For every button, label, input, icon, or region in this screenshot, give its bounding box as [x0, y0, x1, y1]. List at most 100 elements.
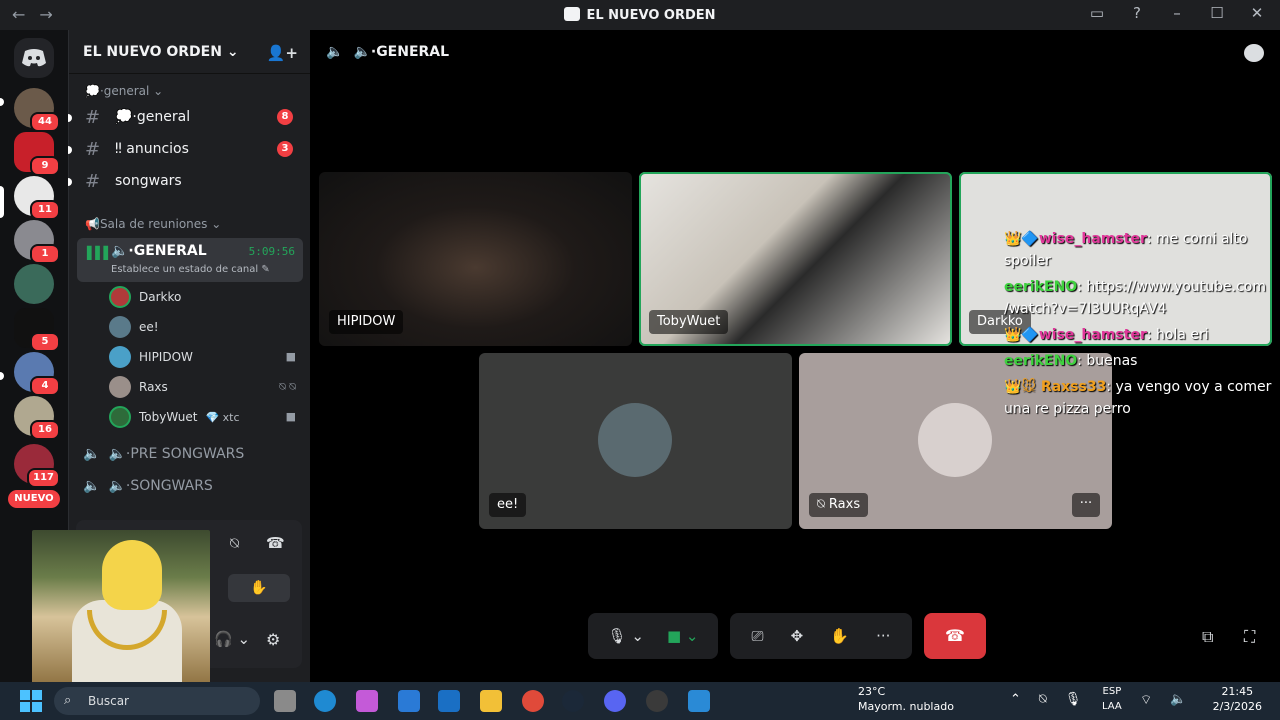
store-icon[interactable]	[398, 690, 420, 712]
chat-message: 👑🐭 Raxss33: ya vengo voy a comer	[1004, 379, 1271, 395]
new-servers-pill[interactable]: NUEVO	[8, 490, 60, 508]
help-icon[interactable]: ?	[1128, 4, 1146, 22]
file-explorer-icon[interactable]	[480, 690, 502, 712]
chrome-icon[interactable]	[522, 690, 544, 712]
fullscreen-icon[interactable]: ⛶	[1244, 627, 1255, 647]
avatar	[109, 406, 131, 428]
server-8[interactable]: 16	[14, 396, 60, 440]
server-1[interactable]: 44	[14, 88, 60, 132]
system-tray-right: ⌔ 🔈	[1140, 692, 1186, 708]
network-icon[interactable]: ⍉	[1039, 692, 1047, 707]
channel-label: ‼ anuncios	[115, 141, 189, 157]
avatar	[109, 376, 131, 398]
discord-taskbar-icon[interactable]	[604, 690, 626, 712]
photos-icon[interactable]	[688, 690, 710, 712]
channel-general[interactable]: # 💭·general 8	[77, 102, 303, 132]
server-9[interactable]: 117	[14, 444, 60, 488]
guild-name: EL NUEVO ORDEN ⌄	[83, 43, 239, 60]
server-7[interactable]: 4	[14, 352, 60, 396]
voice-member-tobywuet[interactable]: TobyWuet 💎 xtc	[109, 404, 240, 430]
task-view-icon[interactable]	[274, 690, 296, 712]
camera-button[interactable]: ■ ⌄	[667, 627, 699, 645]
system-tray: ⌃ ⍉ 🎙	[1010, 692, 1081, 707]
overlay-image-homer	[32, 530, 210, 688]
voice-member-ee[interactable]: ee!	[109, 314, 159, 340]
chat-user: 👑🔷wise_hamster	[1004, 327, 1147, 343]
category-general[interactable]: 💭·general ⌄	[85, 84, 163, 98]
language-indicator[interactable]: ESP LAA	[1102, 684, 1122, 714]
chat-message: eerikENO: buenas	[1004, 353, 1137, 369]
chat-text: spoiler	[1004, 253, 1051, 269]
activity-controls: ⎚ ✥ ✋ ···	[730, 613, 912, 659]
channel-status-prompt[interactable]: Establece un estado de canal ✎	[111, 264, 270, 275]
window-title-text: EL NUEVO ORDEN	[586, 8, 716, 23]
soundboard-button[interactable]: ✋	[830, 627, 849, 645]
voice-member-raxs[interactable]: Raxs	[109, 374, 168, 400]
volume-icon[interactable]: 🔈	[1170, 692, 1186, 708]
microphone-button[interactable]: 🎙 ⌄	[608, 627, 644, 645]
invite-icon[interactable]: 👤+	[267, 44, 298, 62]
voice-channel-songwars[interactable]: 🔈 🔈·SONGWARS	[83, 478, 213, 494]
soundboard-button[interactable]: ✋	[228, 574, 290, 602]
app-icon[interactable]	[646, 690, 668, 712]
activities-button[interactable]: ✥	[791, 627, 804, 645]
tile-more-button[interactable]: ···	[1072, 493, 1100, 517]
chat-bubble-icon[interactable]	[1244, 44, 1264, 62]
avatar-tile-ee[interactable]: ee!	[479, 353, 792, 529]
figure-head	[102, 540, 162, 610]
minimize-button[interactable]: –	[1168, 4, 1186, 22]
server-2[interactable]: 9	[14, 132, 60, 176]
mention-badge: 3	[277, 141, 293, 157]
weather-desc: Mayorm. nublado	[858, 700, 954, 713]
headphones-icon[interactable]: 🎧 ⌄	[214, 630, 250, 648]
taskbar-search[interactable]: ⌕ Buscar	[54, 687, 260, 715]
server-6[interactable]: 5	[14, 308, 60, 352]
speaker-icon: 🔈	[83, 478, 101, 494]
unread-indicator	[68, 178, 72, 186]
more-options-button[interactable]: ···	[876, 627, 890, 645]
server-5[interactable]	[14, 264, 54, 304]
edge-icon[interactable]	[314, 690, 336, 712]
member-name: ee!	[139, 320, 159, 334]
inbox-icon[interactable]: ▭	[1088, 4, 1106, 22]
chevron-up-icon[interactable]: ⌃	[1010, 692, 1021, 707]
disconnect-icon[interactable]: ☎	[266, 534, 285, 552]
windows-taskbar: ⌕ Buscar 23°C Mayorm. nublado ⌃ ⍉ 🎙 ESP LAA…	[0, 682, 1280, 720]
avatar	[918, 403, 992, 477]
channel-songwars[interactable]: # songwars	[77, 166, 303, 196]
category-sala-de-reuniones[interactable]: 📢Sala de reuniones ⌄	[85, 217, 221, 231]
settings-gear-icon[interactable]: ⚙	[266, 630, 280, 649]
clock[interactable]: 21:45 2/3/2026	[1213, 684, 1262, 714]
chat-text: : me comi alto	[1146, 231, 1248, 247]
hash-icon: #	[85, 138, 101, 160]
copilot-icon[interactable]	[356, 690, 378, 712]
chat-message: 👑🔷wise_hamster: hola eri	[1004, 327, 1209, 343]
pop-out-icon[interactable]: ⧉	[1202, 627, 1213, 647]
maximize-button[interactable]: ☐	[1208, 4, 1226, 22]
guild-header[interactable]: EL NUEVO ORDEN ⌄ 👤+	[69, 30, 310, 74]
noise-suppression-icon[interactable]: ⍉	[230, 534, 239, 552]
server-4[interactable]: 1	[14, 220, 60, 264]
weather-widget[interactable]: 23°C Mayorm. nublado	[858, 684, 954, 714]
clock-time: 21:45	[1221, 685, 1254, 698]
wifi-icon[interactable]: ⌔	[1140, 692, 1152, 708]
channel-anuncios[interactable]: # ‼ anuncios 3	[77, 134, 303, 164]
voice-member-hipidow[interactable]: HIPIDOW	[109, 344, 193, 370]
voice-channel-pre-songwars[interactable]: 🔈 🔈·PRE SONGWARS	[83, 446, 244, 462]
outlook-icon[interactable]	[438, 690, 460, 712]
disconnect-button[interactable]: ☎	[924, 613, 986, 659]
steam-icon[interactable]	[562, 690, 584, 712]
voice-channel-general[interactable]: ▌▌▌ 🔈·GENERAL 5:09:56 Establece un estad…	[77, 238, 303, 282]
screen-share-button[interactable]: ⎚	[752, 627, 764, 645]
server-badge: 44	[30, 112, 60, 132]
home-button[interactable]	[14, 38, 54, 78]
video-tile-hipidow[interactable]: HIPIDOW	[319, 172, 632, 346]
microphone-icon[interactable]: 🎙	[1065, 692, 1082, 707]
voice-member-darkko[interactable]: Darkko	[109, 284, 181, 310]
video-tile-tobywuet[interactable]: TobyWuet	[639, 172, 952, 346]
windows-start-icon[interactable]	[20, 690, 42, 712]
server-3[interactable]: 11	[14, 176, 60, 220]
chat-text: : ya vengo voy a comer	[1106, 379, 1272, 395]
close-button[interactable]: ✕	[1248, 4, 1266, 22]
lang-line-1: ESP	[1102, 686, 1122, 697]
